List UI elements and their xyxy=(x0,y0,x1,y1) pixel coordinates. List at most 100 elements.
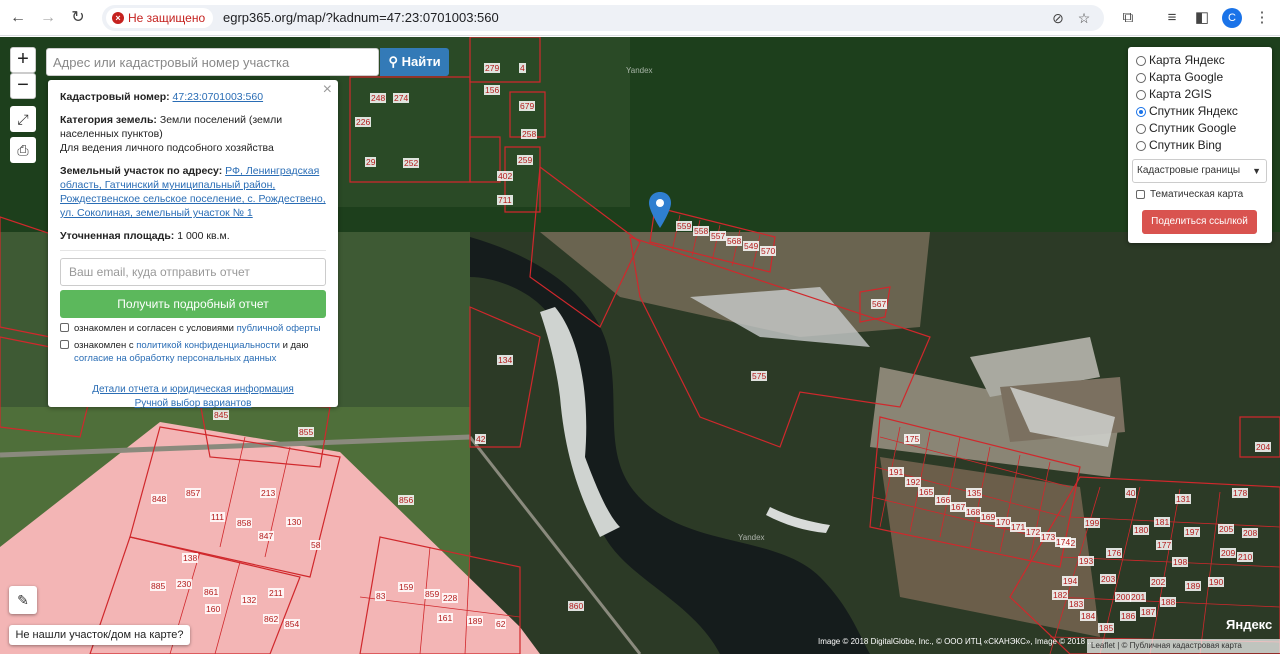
personal-data-consent-link[interactable]: согласие на обработку персональных данны… xyxy=(74,353,276,364)
layer-option-google-satellite[interactable]: Спутник Google xyxy=(1136,120,1264,137)
location-pin-icon[interactable] xyxy=(649,192,671,228)
parcel-number-label: 203 xyxy=(1100,574,1117,584)
parcel-number-label: 187 xyxy=(1140,607,1157,617)
parcel-number-label: 130 xyxy=(286,517,303,527)
popup-footer-links: Детали отчета и юридическая информация Р… xyxy=(60,383,326,411)
parcel-number-label: 156 xyxy=(484,85,501,95)
public-offer-link[interactable]: публичной оферты xyxy=(237,323,321,334)
privacy-policy-link[interactable]: политикой конфиденциальности xyxy=(136,340,280,351)
parcel-number-label: 402 xyxy=(497,171,514,181)
menu-icon[interactable]: ⋮ xyxy=(1252,8,1272,28)
parcel-number-label: 173 xyxy=(1040,532,1057,542)
radio-button[interactable] xyxy=(1136,90,1146,100)
extensions-icon[interactable]: ⧉ xyxy=(1118,8,1138,28)
parcel-number-label: 58 xyxy=(310,540,322,550)
layer-option-yandex-map[interactable]: Карта Яндекс xyxy=(1136,52,1264,69)
parcel-number-label: 167 xyxy=(950,502,967,512)
parcel-number-label: 213 xyxy=(260,488,277,498)
radio-button[interactable] xyxy=(1136,56,1146,66)
area-label: Уточненная площадь: xyxy=(60,230,175,242)
cadastral-number-row: Кадастровый номер: 47:23:0701003:560 xyxy=(60,90,326,104)
star-icon[interactable]: ☆ xyxy=(1076,10,1092,26)
report-details-link[interactable]: Детали отчета и юридическая информация xyxy=(60,383,326,397)
yandex-watermark: Yandex xyxy=(626,66,653,75)
zoom-out-button[interactable]: − xyxy=(10,73,36,99)
parcel-number-label: 226 xyxy=(355,117,372,127)
layer-option-bing-satellite[interactable]: Спутник Bing xyxy=(1136,137,1264,154)
parcel-number-label: 211 xyxy=(268,588,284,598)
radio-button[interactable] xyxy=(1136,141,1146,151)
layer-option-2gis-map[interactable]: Карта 2GIS xyxy=(1136,86,1264,103)
parcel-number-label: 205 xyxy=(1218,524,1235,534)
zoom-in-button[interactable]: + xyxy=(10,47,36,73)
overlay-select[interactable]: Кадастровые границы ▼ xyxy=(1132,159,1267,183)
cadastral-number-link[interactable]: 47:23:0701003:560 xyxy=(173,91,264,103)
parcel-number-label: 855 xyxy=(298,427,315,437)
parcel-number-label: 274 xyxy=(393,93,410,103)
manual-selection-link[interactable]: Ручной выбор вариантов xyxy=(60,397,326,411)
parcel-number-label: 679 xyxy=(519,101,536,111)
parcel-number-label: 885 xyxy=(150,581,167,591)
parcel-number-label: 172 xyxy=(1025,527,1042,537)
parcel-number-label: 175 xyxy=(904,434,921,444)
parcel-number-label: 40 xyxy=(1125,488,1137,498)
layer-option-label: Спутник Bing xyxy=(1149,138,1222,152)
forward-icon[interactable]: → xyxy=(36,6,60,30)
sidepanel-icon[interactable]: ◧ xyxy=(1192,8,1212,28)
media-icon[interactable]: ≡ xyxy=(1162,8,1182,28)
reload-icon[interactable]: ↻ xyxy=(66,6,90,30)
privacy-checkbox[interactable] xyxy=(60,340,69,349)
ruler-icon[interactable]: ✎ xyxy=(9,586,37,614)
parcel-number-label: 131 xyxy=(1175,494,1192,504)
area-value: 1 000 кв.м. xyxy=(177,230,230,242)
parcel-number-label: 711 xyxy=(497,195,513,205)
radio-button[interactable] xyxy=(1136,124,1146,134)
address-bar[interactable]: × Не защищено egrp365.org/map/?kadnum=47… xyxy=(102,5,1104,31)
leaflet-attribution[interactable]: Leaflet | © Публичная кадастровая карта xyxy=(1087,639,1280,653)
layer-option-yandex-satellite[interactable]: Спутник Яндекс xyxy=(1136,103,1264,120)
layer-switcher: Карта Яндекс Карта Google Карта 2GIS Спу… xyxy=(1128,47,1272,243)
print-icon[interactable]: ⎙ xyxy=(10,137,36,163)
chevron-down-icon: ▼ xyxy=(1252,166,1261,176)
fullscreen-icon[interactable]: ⤢ xyxy=(10,106,36,132)
parcel-number-label: 160 xyxy=(205,604,222,614)
parcel-number-label: 258 xyxy=(521,129,538,139)
land-use-value: Для ведения личного подсобного хозяйства xyxy=(60,142,274,154)
parcel-number-label: 29 xyxy=(365,157,377,167)
find-button[interactable]: ⚲ Найти xyxy=(380,48,449,76)
layer-option-label: Карта Google xyxy=(1149,70,1224,84)
offer-consent-text: ознакомлен и согласен с условиями xyxy=(74,323,234,334)
security-chip[interactable]: × Не защищено xyxy=(106,8,214,28)
parcel-number-label: 859 xyxy=(424,589,441,599)
area-row: Уточненная площадь: 1 000 кв.м. xyxy=(60,229,326,243)
privacy-consent-row: ознакомлен с политикой конфиденциальност… xyxy=(60,339,326,365)
parcel-number-label: 197 xyxy=(1184,527,1201,537)
parcel-number-label: 190 xyxy=(1208,577,1225,587)
parcel-number-label: 549 xyxy=(743,241,760,251)
not-found-button[interactable]: Не нашли участок/дом на карте? xyxy=(9,625,190,645)
share-link-button[interactable]: Поделиться ссылкой xyxy=(1142,210,1257,234)
thematic-checkbox[interactable] xyxy=(1136,190,1145,199)
radio-button-selected[interactable] xyxy=(1136,107,1146,117)
parcel-number-label: 185 xyxy=(1098,623,1115,633)
get-report-button[interactable]: Получить подробный отчет xyxy=(60,290,326,318)
offer-checkbox[interactable] xyxy=(60,323,69,332)
profile-avatar[interactable]: C xyxy=(1222,8,1242,28)
email-input[interactable]: Ваш email, куда отправить отчет xyxy=(60,258,326,286)
thematic-map-toggle[interactable]: Тематическая карта xyxy=(1136,189,1243,201)
back-icon[interactable]: ← xyxy=(6,6,30,30)
search-input[interactable] xyxy=(46,48,379,76)
eye-off-icon[interactable]: ⊘ xyxy=(1050,10,1066,26)
search-icon: ⚲ xyxy=(388,54,398,69)
parcel-number-label: 559 xyxy=(676,221,693,231)
parcel-number-label: 174 xyxy=(1055,537,1072,547)
url-text[interactable]: egrp365.org/map/?kadnum=47:23:0701003:56… xyxy=(223,10,499,25)
layer-option-google-map[interactable]: Карта Google xyxy=(1136,69,1264,86)
parcel-number-label: 191 xyxy=(888,467,905,477)
radio-button[interactable] xyxy=(1136,73,1146,83)
map-view[interactable]: 279 4 156 679 258 259 402 711 274 248 226 252 29 559 5… xyxy=(0,37,1280,654)
parcel-number-label: 177 xyxy=(1156,540,1173,550)
parcel-number-label: 83 xyxy=(375,591,387,601)
close-icon[interactable]: × xyxy=(323,82,332,98)
parcel-number-label: 166 xyxy=(935,495,952,505)
